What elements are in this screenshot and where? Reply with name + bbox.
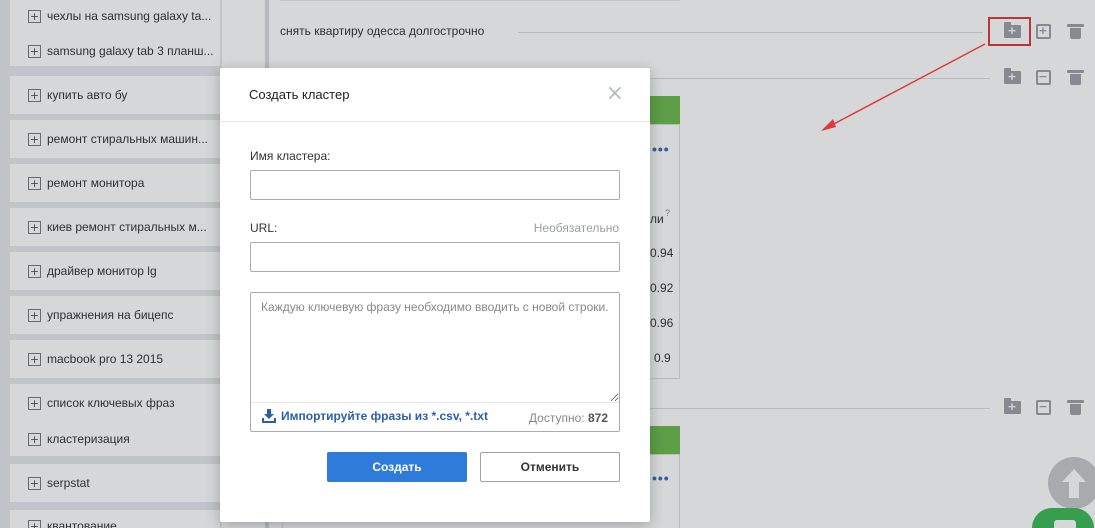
import-link[interactable]: Импортируйте фразы из *.csv, *.txt	[262, 409, 488, 423]
dialog-header: Создать кластер ×	[220, 68, 650, 122]
cancel-button[interactable]: Отменить	[480, 452, 620, 482]
phrases-box: Импортируйте фразы из *.csv, *.txt Досту…	[250, 292, 620, 432]
url-label: URL:	[250, 221, 278, 235]
available-label: Доступно:	[528, 411, 585, 425]
download-icon	[262, 409, 276, 423]
create-button[interactable]: Создать	[327, 452, 467, 482]
cluster-name-label: Имя кластера:	[250, 149, 331, 163]
create-cluster-dialog: Создать кластер × Имя кластера: URL: Нео…	[220, 68, 650, 522]
available-value: 872	[587, 411, 608, 425]
url-input[interactable]	[250, 242, 620, 272]
import-link-label: Импортируйте фразы из *.csv, *.txt	[281, 409, 488, 423]
phrases-textarea[interactable]	[251, 293, 619, 402]
close-icon[interactable]: ×	[606, 82, 624, 106]
cluster-name-input[interactable]	[250, 170, 620, 200]
import-row: Импортируйте фразы из *.csv, *.txt Досту…	[251, 402, 619, 431]
available-count: Доступно: 872	[529, 411, 608, 425]
url-optional-hint: Необязательно	[533, 221, 619, 235]
dialog-title: Создать кластер	[249, 87, 350, 102]
